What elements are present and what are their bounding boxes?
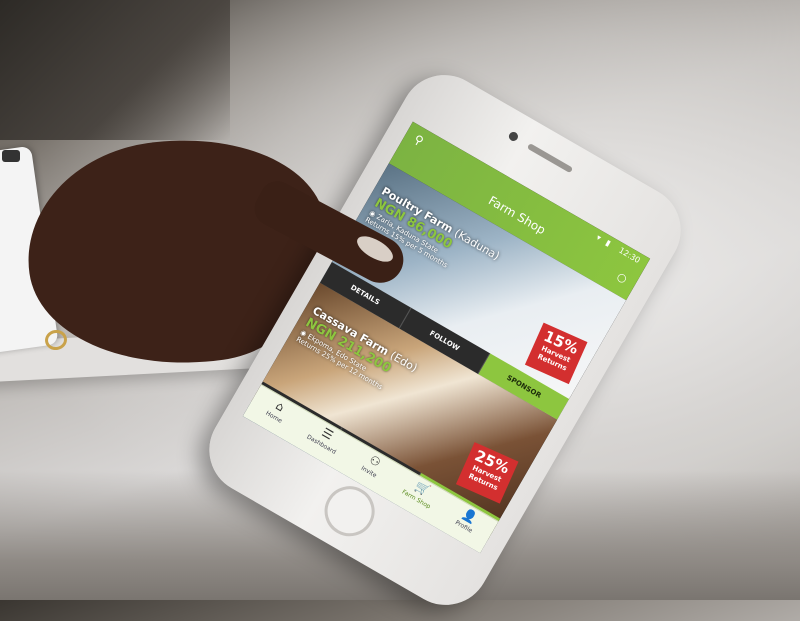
watch-band <box>2 150 20 162</box>
status-time: 12:30 <box>617 245 642 266</box>
harvest-returns-badge: 15% Harvest Returns <box>524 322 588 385</box>
search-icon[interactable]: ⚲ <box>412 132 427 149</box>
front-camera <box>507 130 520 143</box>
harvest-returns-badge: 25% Harvest Returns <box>455 442 519 504</box>
status-icons: ▾ ▮ <box>594 232 615 250</box>
background-dark-corner <box>0 0 230 140</box>
earpiece-speaker <box>526 143 574 174</box>
